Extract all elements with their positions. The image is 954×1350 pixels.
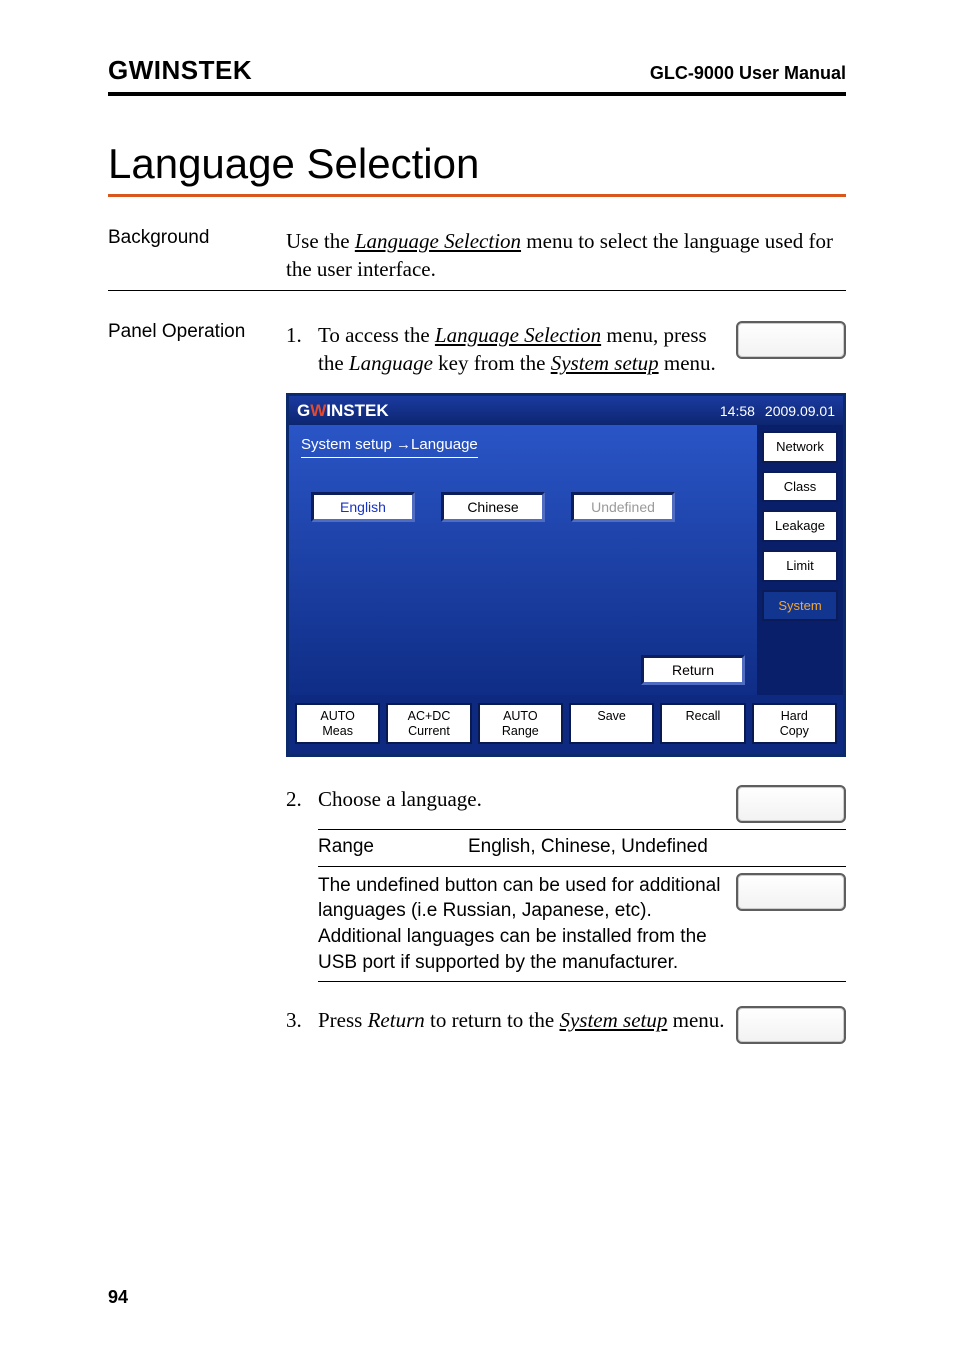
softkey-placeholder-icon [736,1006,846,1044]
range-value: English, Chinese, Undefined [468,834,708,860]
side-leakage-button[interactable]: Leakage [762,510,838,542]
page-title: Language Selection [108,140,846,197]
bottom-hardcopy-button[interactable]: HardCopy [752,703,837,744]
side-network-button[interactable]: Network [762,431,838,463]
side-class-button[interactable]: Class [762,471,838,503]
panel-operation-label: Panel Operation [108,321,286,1045]
bottom-auto-range-button[interactable]: AUTORange [478,703,563,744]
background-text: Use the Language Selection menu to selec… [286,227,846,284]
background-label: Background [108,227,286,284]
brand-logo: GWINSTEK [108,55,252,86]
device-brand: GWINSTEK [297,400,389,423]
lang-english-button[interactable]: English [311,492,415,522]
undefined-note: The undefined button can be used for add… [318,867,846,983]
side-system-button[interactable]: System [762,590,838,622]
softkey-placeholder-icon [736,873,846,911]
return-button[interactable]: Return [641,655,745,685]
bottom-auto-meas-button[interactable]: AUTOMeas [295,703,380,744]
device-screenshot: GWINSTEK 14:58 2009.09.01 System setup →… [286,393,846,757]
device-clock: 14:58 2009.09.01 [720,402,835,421]
manual-title: GLC-9000 User Manual [650,63,846,84]
softkey-placeholder-icon [736,321,846,359]
lang-chinese-button[interactable]: Chinese [441,492,545,522]
bottom-recall-button[interactable]: Recall [660,703,745,744]
page-number: 94 [108,1287,128,1308]
step-3: 3. Press Return to return to the System … [286,1006,846,1044]
device-breadcrumb: System setup →Language [301,435,749,457]
page-header: GWINSTEK GLC-9000 User Manual [108,55,846,96]
range-row: Range English, Chinese, Undefined [318,829,846,867]
lang-undefined-button[interactable]: Undefined [571,492,675,522]
bottom-save-button[interactable]: Save [569,703,654,744]
softkey-placeholder-icon [736,785,846,823]
step-2: 2. Choose a language. Range English, Chi… [286,785,846,982]
range-label: Range [318,834,468,860]
step-1: 1. To access the Language Selection menu… [286,321,846,378]
bottom-acdc-current-button[interactable]: AC+DCCurrent [386,703,471,744]
side-limit-button[interactable]: Limit [762,550,838,582]
